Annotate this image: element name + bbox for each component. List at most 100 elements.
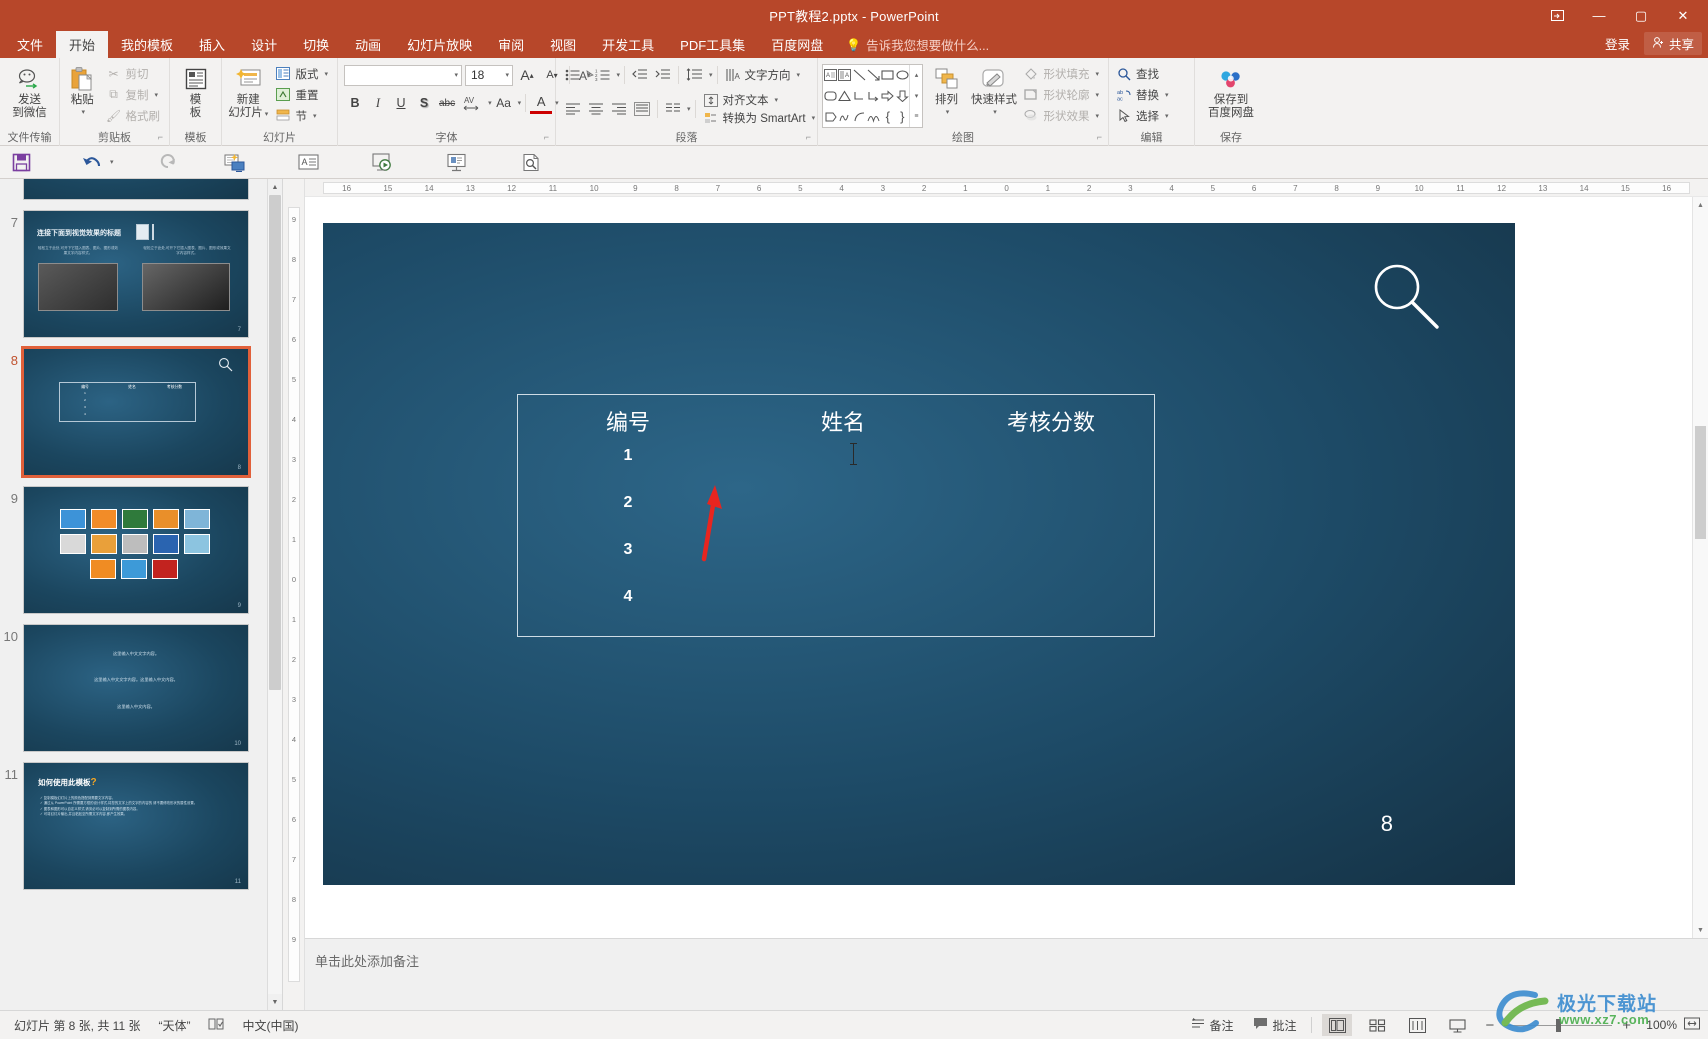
start-from-beginning-icon[interactable] bbox=[222, 149, 248, 175]
tab-home[interactable]: 开始 bbox=[56, 31, 109, 58]
language-label[interactable]: 中文(中国) bbox=[242, 1017, 298, 1034]
maximize-button[interactable]: ▢ bbox=[1620, 1, 1662, 30]
bullets-caret[interactable]: ▾ bbox=[587, 71, 591, 79]
current-slide[interactable]: 编号 姓名 考核分数 1 2 3 4 8 bbox=[323, 223, 1515, 885]
format-painter-button[interactable]: 🖌 格式刷 bbox=[103, 105, 166, 126]
bullets-button[interactable] bbox=[562, 64, 584, 86]
thumbnail-scrollbar[interactable]: ▲ ▼ bbox=[267, 179, 282, 1010]
shape-fill-button[interactable]: 形状填充 ▾ bbox=[1020, 63, 1104, 84]
comments-toggle-button[interactable]: 批注 bbox=[1248, 1015, 1301, 1036]
new-slide-caret[interactable]: ▾ bbox=[265, 111, 269, 118]
tab-developer[interactable]: 开发工具 bbox=[589, 31, 667, 58]
tab-slideshow[interactable]: 幻灯片放映 bbox=[394, 31, 485, 58]
quick-styles-caret[interactable]: ▾ bbox=[993, 107, 997, 120]
copy-button[interactable]: ⧉ 复制 ▾ bbox=[103, 84, 166, 105]
text-direction-caret[interactable]: ▾ bbox=[797, 71, 801, 79]
numbering-caret[interactable]: ▾ bbox=[617, 71, 621, 79]
copy-dropdown-caret[interactable]: ▾ bbox=[155, 91, 159, 99]
slideshow-view-button[interactable] bbox=[1442, 1014, 1472, 1036]
shape-line-icon[interactable] bbox=[852, 65, 866, 86]
shape-elbow-connector-icon[interactable] bbox=[852, 86, 866, 107]
text-direction-button[interactable]: A 文字方向 ▾ bbox=[722, 65, 806, 86]
find-button[interactable]: 查找 bbox=[1113, 63, 1174, 84]
align-text-caret[interactable]: ▾ bbox=[775, 96, 779, 104]
quick-styles-button[interactable]: 快速样式 ▾ bbox=[970, 61, 1019, 119]
thumb-preview[interactable]: 这里输入中文文字内容。 这里输入中文文字内容。这里输入中文内容。 这里输入中文内… bbox=[24, 625, 248, 751]
thumb-preview[interactable] bbox=[24, 179, 248, 199]
sign-in-link[interactable]: 登录 bbox=[1605, 34, 1630, 53]
spellcheck-icon[interactable] bbox=[208, 1017, 224, 1034]
align-right-button[interactable] bbox=[608, 98, 630, 120]
canvas-scrollbar[interactable]: ▲ ▼ bbox=[1692, 197, 1708, 938]
fit-to-window-icon[interactable] bbox=[1684, 1016, 1700, 1034]
bold-button[interactable]: B bbox=[344, 92, 366, 114]
list-item[interactable]: 9 9 bbox=[0, 481, 267, 619]
horizontal-ruler[interactable]: 16 15 14 13 12 11 10 9 8 7 6 5 4 3 2 1 0 bbox=[305, 179, 1708, 197]
thumb-preview[interactable]: 9 bbox=[24, 487, 248, 613]
shape-effects-caret[interactable]: ▾ bbox=[1095, 112, 1099, 120]
increase-font-size-button[interactable]: A ▴ bbox=[516, 64, 538, 86]
slide-thumbnail-list[interactable]: 6 7 连接下面到视觉效果的标题 轻松立于此处,可开下它插入图表、图片、图形或效… bbox=[0, 179, 267, 1010]
normal-view-button[interactable] bbox=[1322, 1014, 1353, 1036]
columns-caret[interactable]: ▾ bbox=[687, 105, 691, 113]
shape-fill-caret[interactable]: ▾ bbox=[1095, 70, 1099, 78]
shapes-scroll-up-icon[interactable]: ▴ bbox=[910, 65, 922, 86]
shape-curve-icon[interactable] bbox=[866, 106, 880, 127]
shape-rounded-rect-icon[interactable] bbox=[823, 86, 837, 107]
print-preview-icon[interactable] bbox=[518, 149, 544, 175]
send-to-wechat-button[interactable]: 发送 到微信 bbox=[4, 61, 55, 119]
minimize-button[interactable]: — bbox=[1578, 1, 1620, 30]
close-button[interactable]: ✕ bbox=[1662, 1, 1704, 30]
line-spacing-caret[interactable]: ▾ bbox=[709, 71, 713, 79]
list-item[interactable]: 8 编号 姓名 考核分数 1 2 3 4 8 bbox=[0, 343, 267, 481]
shape-textbox-icon[interactable]: A bbox=[823, 65, 837, 86]
drawing-dialog-launcher[interactable]: ⌐ bbox=[1097, 130, 1102, 145]
table-row[interactable]: 3 bbox=[518, 541, 1154, 588]
shape-right-arrow-icon[interactable] bbox=[881, 86, 895, 107]
tab-design[interactable]: 设计 bbox=[238, 31, 290, 58]
slide-sorter-view-button[interactable] bbox=[1362, 1014, 1392, 1036]
zoom-level-label[interactable]: 100% bbox=[1641, 1018, 1677, 1032]
font-color-button[interactable]: A bbox=[530, 92, 553, 114]
thumbnail-scroll-track[interactable] bbox=[268, 195, 282, 994]
character-spacing-button[interactable]: AV bbox=[459, 92, 485, 114]
decrease-indent-button[interactable] bbox=[629, 64, 651, 86]
shape-triangle-icon[interactable] bbox=[837, 86, 852, 107]
save-icon[interactable] bbox=[8, 149, 34, 175]
thumb-preview[interactable]: 如何使用此模板? ✓ 复制模板幻灯片上的颜色搭配到需要文字内容。 ✓ 通过从 P… bbox=[24, 763, 248, 889]
shape-outline-caret[interactable]: ▾ bbox=[1095, 91, 1099, 99]
reading-view-button[interactable] bbox=[1402, 1014, 1432, 1036]
table-row[interactable]: 1 bbox=[518, 447, 1154, 494]
select-button[interactable]: 选择 ▾ bbox=[1113, 105, 1174, 126]
convert-smartart-button[interactable]: 转换为 SmartArt ▾ bbox=[700, 109, 821, 127]
tab-insert[interactable]: 插入 bbox=[186, 31, 238, 58]
align-left-button[interactable] bbox=[562, 98, 584, 120]
canvas-scroll-down-icon[interactable]: ▼ bbox=[1693, 922, 1708, 938]
tab-pdf-tools[interactable]: PDF工具集 bbox=[667, 31, 758, 58]
shapes-gallery-scrollbar[interactable]: ▴ ▾ ≡ bbox=[909, 65, 922, 127]
zoom-in-button[interactable]: + bbox=[1619, 1017, 1634, 1034]
table-row[interactable]: 4 bbox=[518, 588, 1154, 635]
arrange-button[interactable]: 排列 ▾ bbox=[925, 61, 967, 119]
underline-button[interactable]: U bbox=[390, 92, 412, 114]
thumb-preview-selected[interactable]: 编号 姓名 考核分数 1 2 3 4 8 bbox=[24, 349, 248, 475]
shape-arc-icon[interactable] bbox=[852, 106, 866, 127]
font-name-caret[interactable]: ▾ bbox=[454, 71, 458, 79]
font-size-caret[interactable]: ▾ bbox=[505, 71, 509, 79]
ribbon-display-options-icon[interactable] bbox=[1536, 1, 1578, 30]
redo-icon[interactable] bbox=[154, 149, 180, 175]
tab-file[interactable]: 文件 bbox=[4, 31, 56, 58]
shape-ellipse-icon[interactable] bbox=[895, 65, 909, 86]
share-button[interactable]: 共享 bbox=[1643, 32, 1702, 55]
shape-elbow-arrow-icon[interactable] bbox=[866, 86, 880, 107]
tab-view[interactable]: 视图 bbox=[537, 31, 589, 58]
shapes-more-icon[interactable]: ≡ bbox=[910, 106, 922, 127]
zoom-slider-handle[interactable] bbox=[1556, 1018, 1562, 1032]
list-item[interactable]: 6 bbox=[0, 179, 267, 205]
shape-outline-button[interactable]: 形状轮廓 ▾ bbox=[1020, 84, 1104, 105]
save-to-baidu-netdisk-button[interactable]: 保存到 百度网盘 bbox=[1199, 61, 1263, 119]
zoom-slider[interactable] bbox=[1504, 1018, 1613, 1032]
undo-dropdown-caret[interactable]: ▾ bbox=[110, 158, 114, 166]
list-item[interactable]: 11 如何使用此模板? ✓ 复制模板幻灯片上的颜色搭配到需要文字内容。 ✓ 通过… bbox=[0, 757, 267, 895]
tab-my-templates[interactable]: 我的模板 bbox=[108, 31, 186, 58]
